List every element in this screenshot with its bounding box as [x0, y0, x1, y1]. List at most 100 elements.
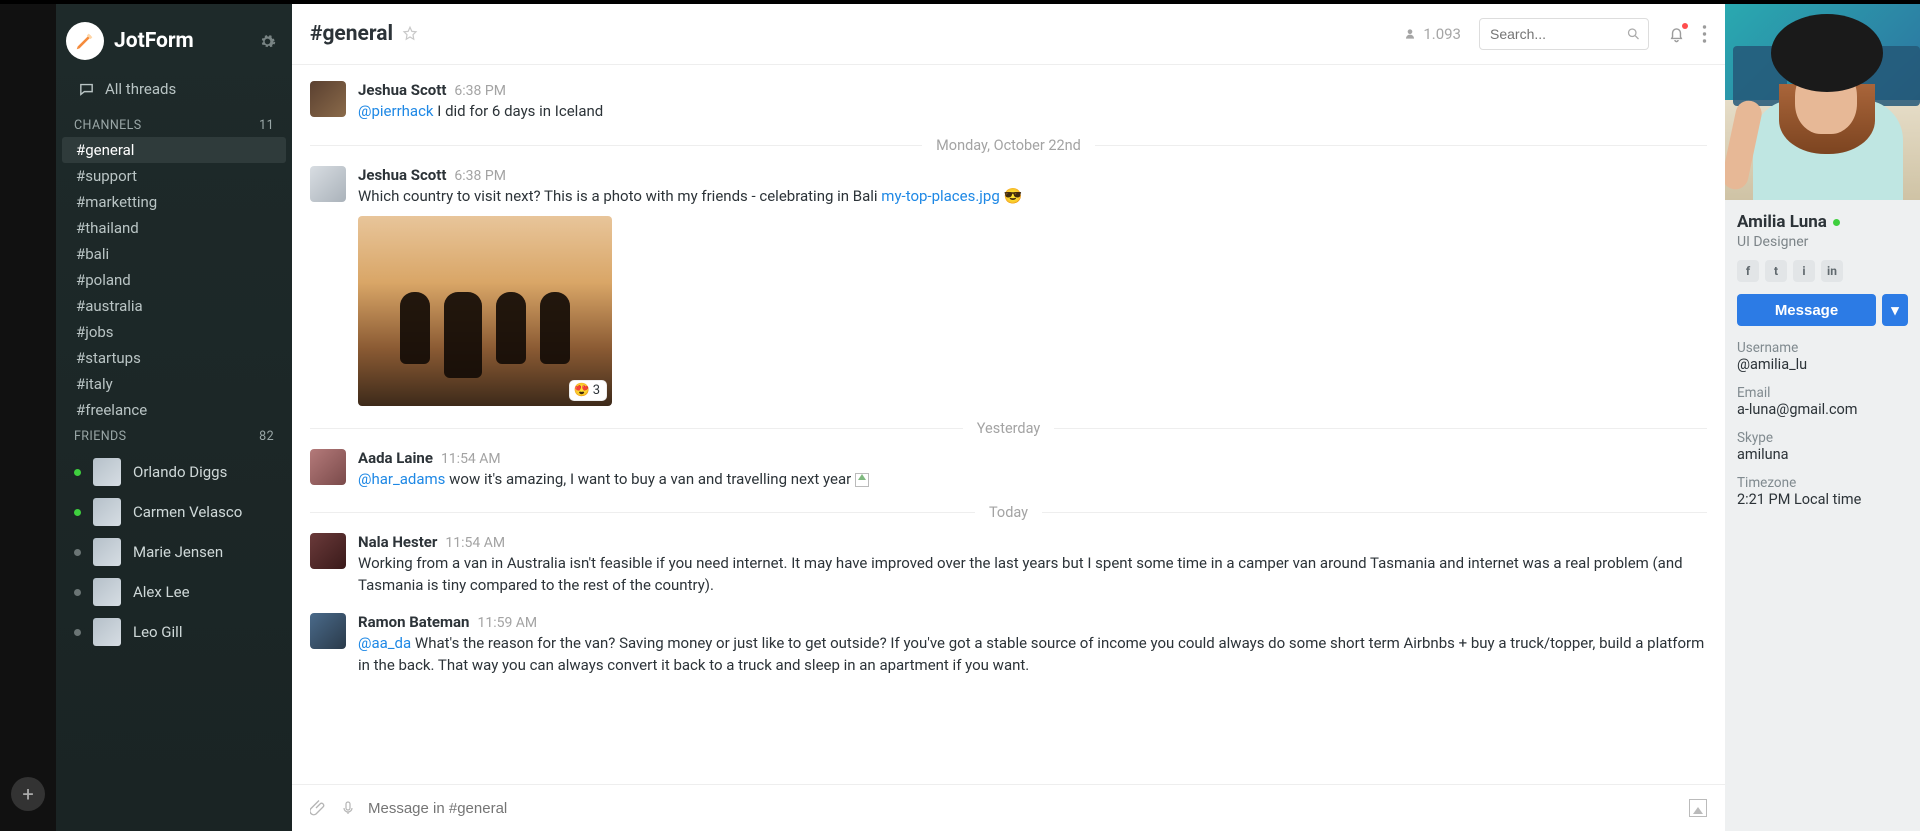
channel-item[interactable]: #marketting [56, 189, 292, 215]
channel-item[interactable]: #general [62, 137, 286, 163]
message-text: @pierrhack I did for 6 days in Iceland [358, 99, 1707, 123]
message: Jeshua Scott6:38 PM @pierrhack I did for… [310, 73, 1707, 131]
channel-list: #general#support#marketting#thailand#bal… [56, 137, 292, 423]
field-label: Timezone [1737, 475, 1908, 491]
star-icon [401, 25, 419, 43]
channels-count: 11 [259, 118, 274, 133]
friend-name: Orlando Diggs [133, 463, 227, 481]
heart-eyes-emoji-icon: 😍 [574, 383, 590, 398]
voice-button[interactable] [340, 799, 356, 817]
profile-role: UI Designer [1737, 234, 1908, 250]
caret-down-icon: ▾ [1891, 301, 1899, 319]
channels-label: CHANNELS [74, 118, 142, 133]
avatar [93, 538, 121, 566]
star-button[interactable] [401, 25, 419, 43]
message-text: @har_adams wow it's amazing, I want to b… [358, 467, 1707, 491]
workspace-name: JotForm [114, 29, 249, 53]
friend-item[interactable]: Carmen Velasco [56, 492, 292, 532]
friend-name: Carmen Velasco [133, 503, 242, 521]
message-text: @aa_da What's the reason for the van? Sa… [358, 631, 1707, 677]
friend-item[interactable]: Leo Gill [56, 612, 292, 652]
date-divider: Monday, October 22nd [310, 137, 1707, 154]
message-button[interactable]: Message [1737, 294, 1876, 326]
attached-photo[interactable]: 😍3 [358, 216, 612, 406]
pencil-icon [74, 30, 96, 52]
friend-item[interactable]: Alex Lee [56, 572, 292, 612]
message: Nala Hester11:54 AM Working from a van i… [310, 525, 1707, 605]
all-threads-link[interactable]: All threads [56, 74, 292, 112]
channel-item[interactable]: #australia [56, 293, 292, 319]
field-value: amiluna [1737, 446, 1908, 463]
date-divider: Yesterday [310, 420, 1707, 437]
friend-item[interactable]: Marie Jensen [56, 532, 292, 572]
message-dropdown-button[interactable]: ▾ [1882, 294, 1908, 326]
mention[interactable]: @pierrhack [358, 102, 434, 120]
reaction-badge[interactable]: 😍3 [570, 381, 607, 400]
presence-dot-icon [74, 629, 81, 636]
channel-item[interactable]: #poland [56, 267, 292, 293]
channel-item[interactable]: #thailand [56, 215, 292, 241]
notifications-button[interactable] [1667, 25, 1686, 44]
avatar [93, 618, 121, 646]
composer-input[interactable] [368, 800, 1677, 817]
avatar[interactable] [310, 613, 346, 649]
message-time: 11:54 AM [441, 451, 501, 467]
message-composer [292, 784, 1725, 831]
member-count[interactable]: 1.093 [1403, 25, 1461, 43]
friends-label: FRIENDS [74, 429, 126, 444]
channel-item[interactable]: #bali [56, 241, 292, 267]
attachment-link[interactable]: my-top-places.jpg [881, 187, 999, 205]
profile-panel: Amilia Luna UI Designer f t i in Message… [1725, 4, 1920, 831]
channel-item[interactable]: #freelance [56, 397, 292, 423]
channel-item[interactable]: #italy [56, 371, 292, 397]
avatar[interactable] [310, 166, 346, 202]
avatar [93, 578, 121, 606]
search-input[interactable] [1479, 18, 1649, 50]
message-text: Working from a van in Australia isn't fe… [358, 551, 1707, 597]
workspace-logo[interactable] [66, 22, 104, 60]
field-value: a-luna@gmail.com [1737, 401, 1908, 418]
mention[interactable]: @aa_da [358, 634, 411, 652]
settings-button[interactable] [259, 33, 276, 50]
friend-name: Leo Gill [133, 623, 182, 641]
twitter-icon[interactable]: t [1765, 260, 1787, 282]
friends-count: 82 [259, 429, 274, 444]
avatar[interactable] [310, 81, 346, 117]
channel-item[interactable]: #jobs [56, 319, 292, 345]
channel-title: #general [310, 22, 393, 46]
more-button[interactable] [1702, 25, 1707, 43]
field-value: @amilia_lu [1737, 356, 1908, 373]
insert-image-button[interactable] [1689, 799, 1707, 817]
date-divider: Today [310, 504, 1707, 521]
paperclip-icon [310, 799, 328, 817]
presence-dot-icon [74, 549, 81, 556]
instagram-icon[interactable]: i [1793, 260, 1815, 282]
message: Aada Laine11:54 AM @har_adams wow it's a… [310, 441, 1707, 499]
avatar[interactable] [310, 533, 346, 569]
sidebar: JotForm All threads CHANNELS 11 #general… [56, 4, 292, 831]
friend-item[interactable]: Orlando Diggs [56, 452, 292, 492]
linkedin-icon[interactable]: in [1821, 260, 1843, 282]
message-author: Jeshua Scott [358, 166, 446, 184]
message: Jeshua Scott6:38 PM Which country to vis… [310, 158, 1707, 414]
facebook-icon[interactable]: f [1737, 260, 1759, 282]
friends-header: FRIENDS 82 [56, 423, 292, 448]
field-label: Skype [1737, 430, 1908, 446]
mention[interactable]: @har_adams [358, 470, 445, 488]
avatar[interactable] [310, 449, 346, 485]
message: Ramon Bateman11:59 AM @aa_da What's the … [310, 605, 1707, 685]
channel-item[interactable]: #support [56, 163, 292, 189]
add-workspace-button[interactable]: + [11, 777, 45, 811]
channel-item[interactable]: #startups [56, 345, 292, 371]
field-value: 2:21 PM Local time [1737, 491, 1908, 508]
presence-dot-icon [1833, 219, 1840, 226]
friend-list: Orlando Diggs Carmen Velasco Marie JensenA… [56, 448, 292, 652]
message-text: Which country to visit next? This is a p… [358, 184, 1707, 208]
presence-dot-icon [74, 469, 81, 476]
attach-button[interactable] [310, 799, 328, 817]
workspace-gutter: + [0, 4, 56, 831]
avatar [93, 458, 121, 486]
channel-header: #general 1.093 [292, 4, 1725, 65]
search-box[interactable] [1479, 18, 1649, 50]
notification-dot-icon [1682, 23, 1688, 29]
